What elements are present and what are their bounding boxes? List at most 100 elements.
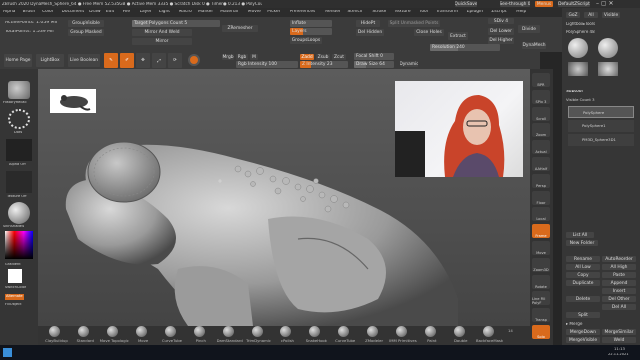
edit-button[interactable]: ✎: [104, 53, 118, 68]
menu-item-help[interactable]: Help: [516, 10, 526, 14]
focal-shift-slider[interactable]: Focal Shift 0: [354, 53, 394, 60]
home-page-button[interactable]: Home Page: [4, 54, 32, 67]
brush-thumbnail[interactable]: [8, 81, 30, 99]
lightbox-tools-link[interactable]: Lightbox▸Tools: [566, 22, 595, 26]
right-shelf-zoom-button[interactable]: Zoom: [532, 123, 550, 138]
insert-button[interactable]: Insert: [602, 288, 636, 294]
merge-header[interactable]: ▸ Merge: [566, 322, 583, 326]
subtool-header[interactable]: Subtool: [566, 90, 583, 94]
mirror-button[interactable]: Mirror: [132, 38, 192, 45]
del-lower-button[interactable]: Del Lower: [488, 28, 514, 35]
rename-button[interactable]: Rename: [566, 256, 600, 262]
material-thumbnail[interactable]: [8, 202, 30, 224]
duplicate-button[interactable]: Duplicate: [566, 280, 600, 286]
quicksave-button[interactable]: QuickSave: [455, 1, 477, 7]
split-button[interactable]: Split: [566, 312, 600, 318]
delete-button[interactable]: Delete: [566, 296, 600, 302]
list-all-button[interactable]: List All: [566, 232, 594, 238]
right-shelf-scroll-button[interactable]: Scroll: [532, 106, 550, 121]
menu-item-marker[interactable]: Marker: [198, 10, 213, 14]
brush-icon-move-topologica[interactable]: [107, 326, 119, 337]
del-other-button[interactable]: Del Other: [602, 296, 636, 302]
goz-button[interactable]: GoZ: [566, 12, 580, 18]
paste-button[interactable]: Paste: [602, 272, 636, 278]
brush-icon-damstandard[interactable]: [222, 326, 234, 337]
subtool-item-1[interactable]: PolySphere1: [568, 120, 634, 132]
inflate-slider[interactable]: Inflate: [290, 20, 332, 27]
m-button[interactable]: M: [250, 54, 258, 60]
tool-thumb-simplebrush[interactable]: [598, 62, 618, 76]
right-shelf-aahalf-button[interactable]: AAHalf: [532, 157, 550, 171]
all-high-button[interactable]: All High: [602, 264, 636, 270]
brush-icon-cpolish[interactable]: [280, 326, 292, 337]
group-loops-button[interactable]: GroupsLoops: [290, 37, 322, 44]
new-folder-button[interactable]: New Folder: [566, 240, 598, 246]
autoreorder-button[interactable]: AutoReorder: [602, 256, 636, 262]
rotate-button[interactable]: ⟳: [168, 53, 182, 68]
menu-item-zscript[interactable]: Zscript: [491, 10, 506, 14]
brush-icon-snakehook[interactable]: [309, 326, 321, 337]
menu-item-tool[interactable]: Tool: [419, 10, 428, 14]
dynamic-button[interactable]: Dynamic: [400, 61, 418, 67]
hide-pt-button[interactable]: HidePt: [356, 20, 380, 27]
menu-item-document[interactable]: Document: [62, 10, 85, 14]
del-hidden-button[interactable]: Del Hidden: [356, 29, 384, 36]
zsub-button[interactable]: Zsub: [316, 54, 330, 60]
z-intensity-slider[interactable]: Z Intensity 23: [300, 61, 348, 68]
canvas-viewport[interactable]: [38, 69, 530, 326]
zremesher-button[interactable]: ZRemesher: [222, 25, 258, 32]
right-shelf-spix-3-button[interactable]: SPix 3: [532, 89, 550, 104]
brush-icon-backfacemask[interactable]: [482, 326, 494, 337]
brush-icon-pinch[interactable]: [193, 326, 205, 337]
material-swatch[interactable]: [188, 54, 200, 66]
zadd-button[interactable]: Zadd: [300, 54, 314, 60]
default-script-button[interactable]: DefaultZScript: [558, 1, 590, 7]
rgb-button[interactable]: Rgb: [236, 54, 248, 60]
subtool-item-2[interactable]: PM3D_Sphere3D1: [568, 134, 634, 146]
brush-icon-move[interactable]: [136, 326, 148, 337]
brush-icon-claybuildup[interactable]: [49, 326, 61, 337]
mrgb-button[interactable]: Mrgb: [222, 54, 234, 60]
live-boolean-button[interactable]: Live Boolean: [68, 54, 100, 67]
all-low-button[interactable]: All Low: [566, 264, 600, 270]
all-button[interactable]: All: [584, 12, 598, 18]
start-icon[interactable]: [3, 348, 12, 357]
menu-item-render[interactable]: Render: [325, 10, 341, 14]
menu-item-brush[interactable]: Brush: [23, 10, 36, 14]
subtool-item-0[interactable]: PolySphere: [568, 106, 634, 118]
layers-slider[interactable]: Layers: [290, 28, 332, 35]
menus-button[interactable]: Menus: [535, 1, 553, 7]
brush-icon-standard[interactable]: [78, 326, 90, 337]
menu-item-layer[interactable]: Layer: [140, 10, 152, 14]
rgb-intensity-slider[interactable]: Rgb Intensity 100: [236, 61, 298, 68]
tool-thumb-alphabrush[interactable]: [568, 62, 588, 76]
menu-item-preferences[interactable]: Preferences: [290, 10, 316, 14]
right-shelf-floor-button[interactable]: Floor: [532, 190, 550, 205]
right-shelf-zoom3d-button[interactable]: Zoom3D: [532, 257, 550, 272]
menu-item-stencil[interactable]: Stencil: [347, 10, 362, 14]
group-visible-button[interactable]: GroupVisible: [68, 20, 104, 27]
brush-icon-double[interactable]: [453, 326, 465, 337]
switch-color-button[interactable]: SwitchColor: [5, 286, 26, 290]
move-button[interactable]: ✥: [136, 53, 150, 68]
menu-item-stroke[interactable]: Stroke: [372, 10, 386, 14]
visible-button[interactable]: Visible: [602, 12, 620, 18]
right-shelf-local-button[interactable]: Local: [532, 207, 550, 222]
tool-thumb-polysphere[interactable]: [568, 38, 588, 58]
stroke-thumbnail[interactable]: [8, 109, 30, 129]
weld-button[interactable]: Weld: [602, 337, 636, 343]
brush-icon-paint[interactable]: [424, 326, 436, 337]
texture-thumbnail[interactable]: [6, 171, 32, 193]
resolution-slider[interactable]: Resolution 240: [430, 44, 500, 51]
menu-item-zplugin[interactable]: Zplugin: [467, 10, 484, 14]
right-shelf-actual-button[interactable]: Actual: [532, 140, 550, 155]
menu-item-alpha[interactable]: Alpha: [3, 10, 15, 14]
target-polygons-slider[interactable]: Target Polygons Count 5: [132, 20, 220, 27]
right-shelf-frame-button[interactable]: Frame: [532, 224, 550, 239]
lightbox-button[interactable]: LightBox: [36, 54, 64, 67]
mirror-and-weld-button[interactable]: Mirror And Weld: [132, 29, 192, 36]
draw-button[interactable]: ✐: [120, 53, 134, 68]
menu-item-file[interactable]: File: [123, 10, 130, 14]
menu-item-picker[interactable]: Picker: [267, 10, 280, 14]
menu-item-macro[interactable]: Macro: [179, 10, 192, 14]
